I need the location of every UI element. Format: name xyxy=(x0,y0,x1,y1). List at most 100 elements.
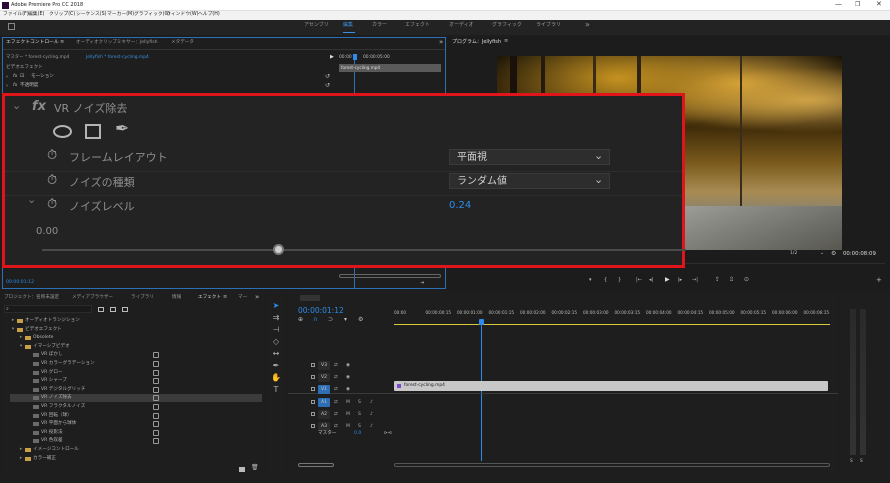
tree-item[interactable]: VR 色収差 xyxy=(10,437,262,445)
menu-clip[interactable]: クリップ(C) xyxy=(49,12,75,18)
close-button[interactable]: ✕ xyxy=(876,1,882,8)
chevron-down-icon[interactable]: ⌄ xyxy=(820,251,824,256)
menu-window[interactable]: ウィンドウ(W) xyxy=(166,12,198,18)
ec-export-icon[interactable]: ⇥ xyxy=(420,281,424,286)
fx-badge-icon[interactable]: fx xyxy=(32,100,46,113)
tree-item[interactable]: VR ぼかし xyxy=(10,351,262,359)
tab-info[interactable]: 情報 xyxy=(172,295,181,301)
snap-icon[interactable]: ∩ xyxy=(313,317,317,323)
yuv-effects-icon[interactable] xyxy=(122,307,128,312)
workspace-overflow-icon[interactable]: » xyxy=(585,21,590,29)
insert-sequence-icon[interactable]: ⊕ xyxy=(298,317,303,323)
panel-overflow-icon[interactable]: » xyxy=(439,39,443,46)
frame-layout-select[interactable]: 平面視 ⌄ xyxy=(449,149,610,165)
solo-left-button[interactable]: S xyxy=(850,459,853,464)
opacity-row-label[interactable]: 不透明度 xyxy=(20,83,38,89)
mark-out-button[interactable]: } xyxy=(618,278,621,283)
twirl-icon[interactable]: ▸ xyxy=(18,446,24,454)
noise-type-select[interactable]: ランダム値 ⌄ xyxy=(449,173,610,189)
extract-icon[interactable]: ⇫ xyxy=(729,277,734,283)
delete-icon[interactable]: 🗑 xyxy=(251,465,259,471)
effect-name[interactable]: VR ノイズ除去 xyxy=(54,103,127,114)
twirl-icon[interactable]: ▸ xyxy=(18,334,24,342)
eye-icon[interactable]: ◉ xyxy=(346,384,350,395)
noise-level-slider[interactable] xyxy=(42,244,686,255)
razor-tool-icon[interactable]: ◇ xyxy=(270,337,282,347)
menu-graphic[interactable]: グラフィック(G) xyxy=(134,12,170,18)
tab-audio-clip-mixer[interactable]: オーディオクリップミキサー：Jellyfish xyxy=(76,40,158,46)
tree-item[interactable]: VR グロー xyxy=(10,369,262,377)
track-header-v1[interactable]: V1 ⇄ ◉ xyxy=(296,384,394,395)
tab-markers[interactable]: マー xyxy=(238,295,247,301)
track-name[interactable]: V2 xyxy=(318,373,330,382)
menu-marker[interactable]: マーカー(M) xyxy=(107,12,134,18)
tree-item[interactable]: ▸ イメージコントロール xyxy=(10,446,262,454)
solo-right-button[interactable]: S xyxy=(860,459,863,464)
tree-item[interactable]: VR フラクタルノイズ xyxy=(10,403,262,411)
noise-level-value[interactable]: 0.24 xyxy=(449,201,471,211)
workspace-tab-editing[interactable]: 編集 xyxy=(343,23,353,28)
lock-icon[interactable] xyxy=(311,412,315,416)
menu-file[interactable]: ファイル(F) xyxy=(3,12,29,18)
track-header-a3[interactable]: A3 ⇄ M S ♪ xyxy=(296,421,394,432)
linked-selection-icon[interactable]: ⊃ xyxy=(328,317,333,323)
motion-row-label[interactable]: モーション xyxy=(31,74,54,80)
lock-icon[interactable] xyxy=(311,375,315,379)
sync-lock-icon[interactable]: ⇄ xyxy=(334,360,338,371)
tab-effects[interactable]: エフェクト xyxy=(198,295,221,301)
reset-icon[interactable]: ↺ xyxy=(325,74,330,80)
sequence-clip-label[interactable]: Jellyfish * forest-cycling.mp4 xyxy=(86,55,149,60)
master-clip-label[interactable]: マスター * forest-cycling.mp4 xyxy=(6,55,69,60)
mute-icon[interactable]: M xyxy=(346,397,350,408)
play-button[interactable]: ▶ xyxy=(665,277,670,283)
solo-icon[interactable]: S xyxy=(358,397,361,408)
workspace-tab-effects[interactable]: エフェクト xyxy=(405,23,430,28)
new-bin-icon[interactable] xyxy=(239,467,245,472)
go-to-end-icon[interactable]: ⊳⊲ xyxy=(384,431,392,437)
timeline-hscroll[interactable] xyxy=(298,463,334,467)
stopwatch-icon[interactable]: ⏱ xyxy=(47,149,57,162)
ec-zoom-scrollbar[interactable] xyxy=(339,274,441,278)
track-header-a1[interactable]: A1 ⇄ M S ♪ xyxy=(296,397,394,408)
effects-search-input[interactable]: ⌕ xyxy=(4,305,92,313)
sync-lock-icon[interactable]: ⇄ xyxy=(334,397,338,408)
track-header-a2[interactable]: A2 ⇄ M S ♪ xyxy=(296,409,394,420)
ripple-edit-tool-icon[interactable]: ⊣ xyxy=(270,325,282,335)
pen-tool-icon[interactable]: ✒ xyxy=(270,361,282,371)
mark-in-button[interactable]: { xyxy=(604,278,607,283)
stopwatch-icon[interactable]: ⏱ xyxy=(47,174,57,187)
workspace-tab-graphics[interactable]: グラフィック xyxy=(492,23,522,28)
twirl-icon[interactable]: ▸ xyxy=(18,455,24,463)
maximize-button[interactable]: ❐ xyxy=(855,2,860,8)
timeline-ruler[interactable]: 00:00 00:00:00:15 00:00:01:00 00:00:01:15 00… xyxy=(394,307,830,325)
sync-lock-icon[interactable]: ⇄ xyxy=(334,372,338,383)
tree-item[interactable]: ▸ オーディオトランジション xyxy=(10,317,262,325)
solo-icon[interactable]: S xyxy=(358,409,361,420)
tab-libraries[interactable]: ライブラリ xyxy=(131,295,154,301)
hand-tool-icon[interactable]: ✋ xyxy=(270,373,282,383)
tree-item[interactable]: ▸ Obsolete xyxy=(10,334,262,342)
tree-item[interactable]: VR シャープ xyxy=(10,377,262,385)
mic-icon[interactable]: ♪ xyxy=(370,421,373,432)
workspace-tab-libraries[interactable]: ライブラリ xyxy=(536,23,561,28)
master-volume-value[interactable]: 0.0 xyxy=(354,431,361,437)
workspace-tab-assembly[interactable]: アセンブリ xyxy=(304,23,329,28)
sync-lock-icon[interactable]: ⇄ xyxy=(334,384,338,395)
wrench-icon[interactable]: ⚙ xyxy=(831,251,836,257)
track-header-v3[interactable]: V3 ⇄ ◉ xyxy=(296,360,394,371)
twirl-icon[interactable]: ▾ xyxy=(10,326,16,334)
twirl-icon[interactable]: ▸ xyxy=(10,317,16,325)
tree-item[interactable]: ▾ ビデオエフェクト xyxy=(10,326,262,334)
lock-icon[interactable] xyxy=(311,424,315,428)
tab-metadata[interactable]: メタデータ xyxy=(171,40,194,46)
fx-badge-icon[interactable]: fx xyxy=(13,74,17,80)
tree-item[interactable]: VR カラーグラデーション xyxy=(10,360,262,368)
twirl-icon[interactable]: ▾ xyxy=(18,343,24,351)
opacity-twirl-icon[interactable]: › xyxy=(6,84,8,89)
tab-media-browser[interactable]: メディアブラウザー xyxy=(72,295,113,301)
play-clip-icon[interactable]: ▶ xyxy=(330,55,334,60)
lock-icon[interactable] xyxy=(311,387,315,391)
ec-timecode[interactable]: 00:00:01:12 xyxy=(6,280,34,286)
panel-menu-icon[interactable]: ≡ xyxy=(60,40,64,45)
track-select-tool-icon[interactable]: ⇉ xyxy=(270,313,282,323)
